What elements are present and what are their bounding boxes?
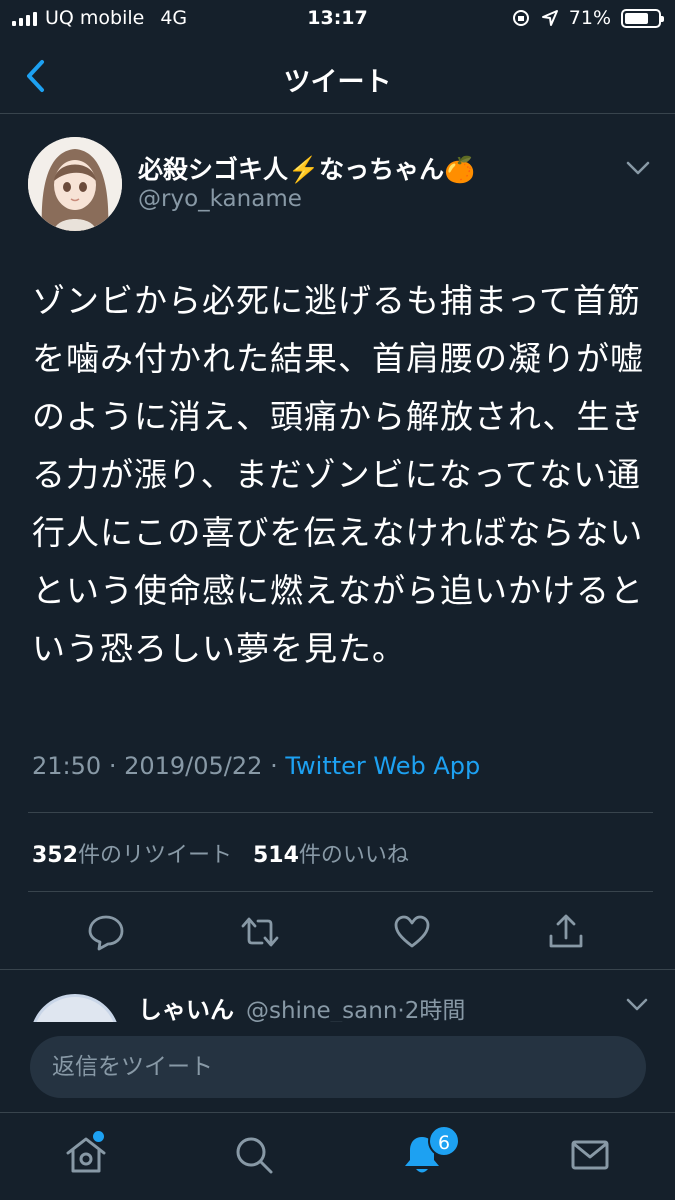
tweet-meta: 21:50 · 2019/05/22 · Twitter Web App — [32, 752, 480, 780]
source-link[interactable]: Twitter Web App — [285, 752, 480, 780]
status-right: 71% — [511, 7, 664, 29]
meta-separator: · — [397, 998, 405, 1022]
like-stat[interactable]: 514件のいいね — [253, 843, 409, 868]
tweet-stats: 352件のリツイート 514件のいいね — [32, 837, 409, 869]
reply-time: 2時間 — [404, 998, 466, 1022]
avatar[interactable] — [28, 137, 122, 231]
reply-icon[interactable] — [86, 912, 126, 952]
tweet-date: 2019/05/22 — [124, 752, 263, 780]
reply-handle[interactable]: @shine_sann — [246, 998, 397, 1022]
like-label: 件のいいね — [298, 843, 409, 868]
chevron-down-icon[interactable] — [625, 996, 649, 1014]
location-icon — [541, 10, 558, 26]
like-count: 514 — [252, 843, 299, 868]
display-name[interactable]: 必殺シゴキ人⚡️なっちゃん🍊 — [138, 150, 475, 186]
battery-percent: 71% — [568, 7, 611, 29]
divider — [28, 812, 653, 813]
heart-icon[interactable] — [392, 912, 432, 952]
search-icon[interactable] — [232, 1133, 276, 1177]
retweet-icon[interactable] — [240, 912, 280, 952]
page-title: ツイート — [283, 67, 392, 98]
orientation-lock-icon — [512, 10, 529, 26]
reply-meta: @shine_sann·2時間 — [246, 991, 465, 1022]
avatar-illustration — [28, 137, 122, 231]
mail-icon[interactable] — [568, 1133, 612, 1177]
tweet-time: 21:50 — [32, 752, 102, 780]
notification-badge: 6 — [428, 1125, 460, 1157]
share-icon[interactable] — [546, 912, 586, 952]
tab-bar: 6 — [0, 1112, 675, 1200]
reply-display-name[interactable]: しゃいん — [138, 990, 234, 1022]
reply-compose[interactable] — [30, 1036, 646, 1098]
retweet-count: 352 — [32, 843, 78, 868]
meta-separator: · — [108, 752, 117, 780]
nav-header: ツイート — [0, 40, 675, 114]
user-handle[interactable]: @ryo_kaname — [138, 186, 302, 212]
tweet-text: ゾンビから必死に逃げるも捕まって首筋を噛み付かれた結果、首肩腰の凝りが嘘のように… — [32, 281, 645, 668]
tweet-actions — [0, 894, 675, 970]
home-unread-dot — [93, 1131, 104, 1142]
reply-avatar[interactable] — [30, 994, 120, 1022]
battery-icon — [621, 8, 664, 28]
retweet-stat[interactable]: 352件のリツイート — [32, 843, 232, 868]
status-bar: UQ mobile 4G 13:17 71% — [0, 0, 675, 40]
divider — [28, 891, 653, 892]
reply-input[interactable] — [52, 1036, 622, 1098]
retweet-label: 件のリツイート — [77, 843, 232, 868]
chevron-down-icon[interactable] — [625, 158, 651, 178]
reply-item[interactable]: しゃいん @shine_sann·2時間 — [0, 970, 675, 1022]
meta-separator: · — [270, 752, 278, 780]
